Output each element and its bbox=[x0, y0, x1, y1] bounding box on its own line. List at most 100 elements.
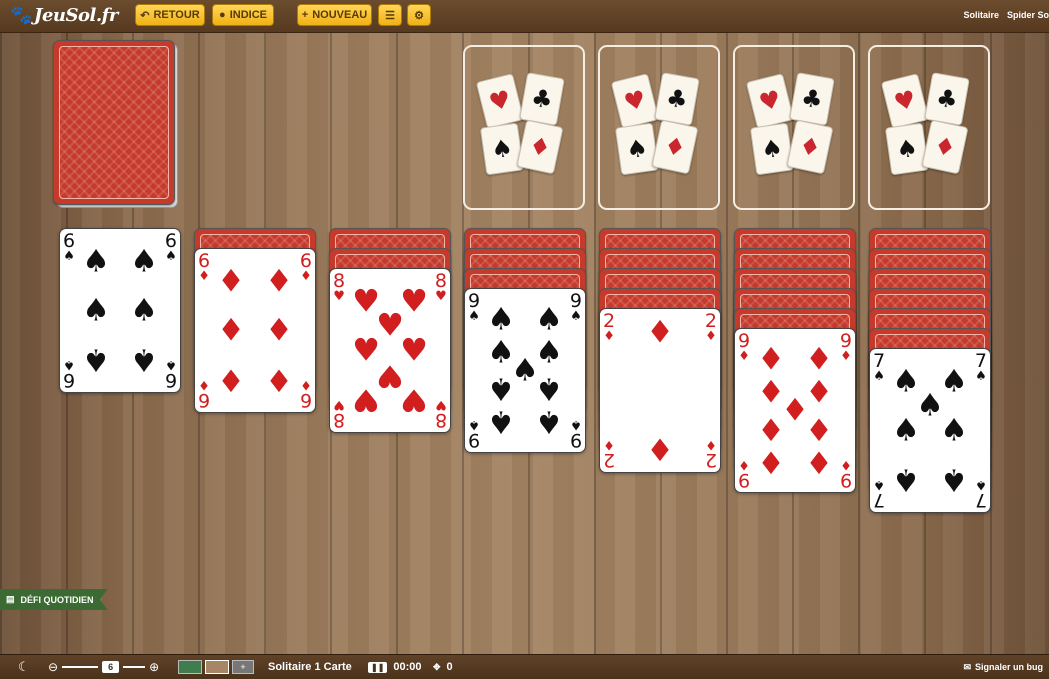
card-suit-icon: ♥ bbox=[333, 397, 345, 412]
card-back[interactable] bbox=[53, 40, 175, 205]
bg-add-button[interactable]: + bbox=[232, 660, 254, 674]
face-up-card[interactable]: 9 ♦ 9 ♦ 9 ♦ 9 ♦ ♦ ♦ ♦ ♦ ♦ ♦ ♦ ♦ ♦ bbox=[734, 328, 856, 493]
foundation-slot-4[interactable]: ♥ ♣ ♠ ♦ bbox=[868, 45, 990, 210]
menu-icon: ☰ bbox=[385, 9, 395, 22]
card-pip-icon: ♠ bbox=[940, 363, 968, 400]
card-corner-index: 9 ♠ bbox=[570, 292, 582, 324]
card-suit-icon: ♦ bbox=[300, 377, 312, 392]
card-pip-icon: ♥ bbox=[400, 283, 428, 320]
face-up-card[interactable]: 9 ♠ 9 ♠ 9 ♠ 9 ♠ ♠ ♠ ♠ ♠ ♠ ♠ ♠ ♠ ♠ bbox=[464, 288, 586, 453]
game-name: Solitaire 1 Carte bbox=[268, 661, 352, 673]
spade-suit-placeholder-icon: ♠ bbox=[749, 122, 795, 176]
foundation-slot-2[interactable]: ♥ ♣ ♠ ♦ bbox=[598, 45, 720, 210]
report-bug-link[interactable]: ✉ Signaler un bug bbox=[963, 659, 1043, 675]
foundation-slot-3[interactable]: ♥ ♣ ♠ ♦ bbox=[733, 45, 855, 210]
card-rank: 8 bbox=[434, 409, 447, 431]
spade-suit-placeholder-icon: ♠ bbox=[614, 122, 660, 176]
spade-suit-placeholder-icon: ♠ bbox=[479, 122, 525, 176]
card-pip-icon: ♥ bbox=[352, 381, 380, 418]
foundation-slot-1[interactable]: ♥ ♣ ♠ ♦ bbox=[463, 45, 585, 210]
club-suit-placeholder-icon: ♣ bbox=[654, 72, 700, 126]
settings-button[interactable]: ⚙ bbox=[407, 4, 431, 26]
card-pip-icon: ♦ bbox=[217, 263, 245, 300]
bg-swatch-green[interactable] bbox=[178, 660, 202, 674]
card-pip-icon: ♦ bbox=[217, 312, 245, 348]
card-corner-index: 8 ♥ bbox=[434, 397, 447, 431]
card-pip-icon: ♠ bbox=[130, 243, 158, 280]
card-rank: 7 bbox=[873, 489, 886, 511]
timer: 00:00 bbox=[393, 661, 422, 673]
card-rank: 9 bbox=[569, 429, 582, 451]
night-mode-icon[interactable]: ☾ bbox=[18, 659, 30, 675]
new-game-label: NOUVEAU bbox=[312, 9, 368, 21]
face-up-card[interactable]: 8 ♥ 8 ♥ 8 ♥ 8 ♥ ♥ ♥ ♥ ♥ ♥ ♥ ♥ ♥ bbox=[329, 268, 451, 433]
zoom-value[interactable]: 6 bbox=[102, 661, 120, 673]
pause-icon[interactable]: ❚❚ bbox=[368, 661, 388, 673]
card-rank: 2 bbox=[603, 449, 616, 471]
stock-pile[interactable] bbox=[53, 40, 178, 208]
new-game-button[interactable]: + NOUVEAU bbox=[297, 4, 372, 26]
card-suit-icon: ♦ bbox=[840, 349, 852, 364]
zoom-control: ⊖ 6 ⊕ bbox=[48, 659, 159, 675]
daily-challenge-label: DÉFI QUOTIDIEN bbox=[20, 594, 94, 605]
card-pip-icon: ♠ bbox=[535, 334, 563, 371]
face-up-card[interactable]: 6 ♦ 6 ♦ 6 ♦ 6 ♦ ♦ ♦ ♦ ♦ ♦ ♦ bbox=[194, 248, 316, 413]
zoom-track[interactable] bbox=[62, 666, 99, 668]
gear-icon: ⚙ bbox=[414, 9, 424, 22]
card-pip-icon: ♦ bbox=[805, 341, 833, 378]
card-suit-icon: ♦ bbox=[738, 457, 750, 472]
card-corner-index: 6 ♠ bbox=[63, 232, 75, 264]
card-corner-index: 6 ♠ bbox=[165, 357, 177, 391]
bg-swatch-wood[interactable] bbox=[205, 660, 229, 674]
card-pip-icon: ♥ bbox=[400, 332, 428, 368]
card-suit-icon: ♠ bbox=[873, 477, 885, 492]
card-pip-icon: ♦ bbox=[805, 443, 833, 480]
card-pip-icon: ♦ bbox=[646, 314, 674, 351]
undo-arrow-icon: ↶ bbox=[140, 9, 150, 22]
diamond-suit-placeholder-icon: ♦ bbox=[516, 119, 564, 175]
face-up-card[interactable]: 2 ♦ 2 ♦ 2 ♦ 2 ♦ ♦ ♦ bbox=[599, 308, 721, 473]
club-suit-placeholder-icon: ♣ bbox=[519, 72, 565, 126]
top-bar: 🐾 JeuSol.fr ↶ RETOUR ● INDICE + NOUVEAU ☰ ⚙ … bbox=[0, 0, 1049, 33]
card-rank: 7 bbox=[974, 489, 987, 511]
card-suit-icon: ♠ bbox=[570, 417, 582, 432]
card-rank: 9 bbox=[468, 429, 481, 451]
bottom-bar: ☾ ⊖ 6 ⊕ + Solitaire 1 Carte ❚❚ 00:00 ✥ 0… bbox=[0, 654, 1049, 679]
card-suit-icon: ♠ bbox=[63, 249, 75, 264]
card-corner-index: 8 ♥ bbox=[435, 272, 447, 304]
zoom-out-icon[interactable]: ⊖ bbox=[48, 660, 58, 674]
daily-challenge-ribbon[interactable]: ▤ DÉFI QUOTIDIEN bbox=[0, 589, 108, 610]
card-suit-icon: ♠ bbox=[873, 369, 885, 384]
card-pip-icon: ♦ bbox=[646, 430, 674, 467]
card-pip-icon: ♠ bbox=[487, 370, 515, 407]
zoom-track-right[interactable] bbox=[123, 666, 146, 668]
card-suit-icon: ♦ bbox=[705, 329, 717, 344]
card-corner-index: 2 ♦ bbox=[705, 437, 717, 471]
undo-label: RETOUR bbox=[153, 9, 200, 21]
face-up-card[interactable]: 6 ♠ 6 ♠ 6 ♠ 6 ♠ ♠ ♠ ♠ ♠ ♠ ♠ bbox=[59, 228, 181, 393]
card-pip-icon: ♠ bbox=[892, 461, 920, 498]
card-corner-index: 9 ♦ bbox=[840, 332, 852, 364]
link-solitaire[interactable]: Solitaire bbox=[963, 10, 999, 20]
card-suit-icon: ♦ bbox=[603, 329, 615, 344]
menu-button[interactable]: ☰ bbox=[378, 4, 402, 26]
heart-suit-placeholder-icon: ♥ bbox=[475, 73, 525, 129]
hint-button[interactable]: ● INDICE bbox=[212, 4, 274, 26]
site-logo[interactable]: 🐾 JeuSol.fr bbox=[10, 5, 118, 26]
heart-suit-placeholder-icon: ♥ bbox=[745, 73, 795, 129]
link-spider[interactable]: Spider So bbox=[1007, 10, 1049, 20]
card-corner-index: 7 ♠ bbox=[975, 352, 987, 384]
card-suit-icon: ♦ bbox=[198, 377, 210, 392]
background-picker: + bbox=[178, 659, 254, 675]
card-corner-index: 9 ♠ bbox=[468, 292, 480, 324]
undo-button[interactable]: ↶ RETOUR bbox=[135, 4, 205, 26]
move-counter: 0 bbox=[446, 661, 453, 673]
card-pip-icon: ♠ bbox=[940, 461, 968, 498]
plus-icon: + bbox=[301, 9, 309, 21]
club-suit-placeholder-icon: ♣ bbox=[924, 72, 970, 126]
face-up-card[interactable]: 7 ♠ 7 ♠ 7 ♠ 7 ♠ ♠ ♠ ♠ ♠ ♠ ♠ ♠ bbox=[869, 348, 991, 513]
hint-label: INDICE bbox=[229, 9, 267, 21]
zoom-in-icon[interactable]: ⊕ bbox=[149, 660, 159, 674]
card-suit-icon: ♦ bbox=[603, 437, 615, 452]
card-pip-icon: ♠ bbox=[82, 341, 110, 378]
